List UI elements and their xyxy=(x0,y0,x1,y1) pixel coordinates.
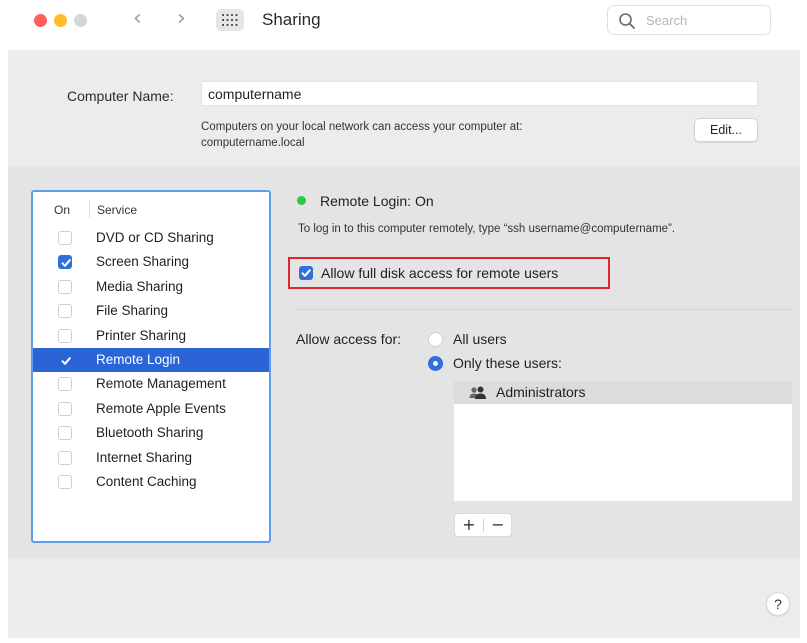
service-list[interactable]: On Service DVD or CD Sharing Screen Shari… xyxy=(31,190,271,543)
service-checkbox[interactable] xyxy=(58,255,72,270)
service-checkbox[interactable] xyxy=(58,474,72,489)
service-rows: DVD or CD Sharing Screen Sharing Media Sha… xyxy=(33,226,269,494)
edit-button[interactable]: Edit... xyxy=(694,118,758,142)
service-row[interactable]: Internet Sharing xyxy=(33,446,269,470)
forward-chevron-icon[interactable]: › xyxy=(177,8,186,30)
allow-access-label: Allow access for: xyxy=(296,331,402,347)
help-button[interactable]: ? xyxy=(766,592,790,616)
minimize-window-button[interactable] xyxy=(54,14,67,27)
show-all-grid-button[interactable] xyxy=(216,9,244,31)
checkmark-icon xyxy=(61,357,71,365)
window-title: Sharing xyxy=(262,10,321,29)
back-chevron-icon[interactable]: ‹ xyxy=(133,8,142,30)
service-list-header: On Service xyxy=(33,192,269,220)
checkmark-icon xyxy=(61,259,71,268)
header-on: On xyxy=(54,203,71,217)
computer-name-field[interactable]: computername xyxy=(201,81,758,106)
service-label: DVD or CD Sharing xyxy=(96,230,214,245)
service-row[interactable]: DVD or CD Sharing xyxy=(33,226,269,250)
computer-name-local-address: computername.local xyxy=(201,137,305,149)
service-row[interactable]: Media Sharing xyxy=(33,275,269,299)
close-window-button[interactable] xyxy=(34,14,47,27)
search-field[interactable]: Search xyxy=(607,5,771,35)
search-icon xyxy=(619,13,635,29)
all-users-label: All users xyxy=(453,331,507,347)
service-row[interactable]: Printer Sharing xyxy=(33,324,269,348)
service-checkbox[interactable] xyxy=(58,279,72,294)
service-row[interactable]: Remote Login xyxy=(33,347,269,373)
computer-name-description-line1: Computers on your local network can acce… xyxy=(201,121,523,133)
service-row[interactable]: Remote Management xyxy=(33,372,269,396)
add-user-button[interactable]: + xyxy=(455,515,483,535)
service-checkbox[interactable] xyxy=(58,377,72,392)
service-label: Media Sharing xyxy=(96,278,184,294)
service-checkbox[interactable] xyxy=(58,328,72,343)
service-checkbox[interactable] xyxy=(58,426,72,441)
service-label: Remote Login xyxy=(96,351,181,367)
user-row-administrators[interactable]: Administrators xyxy=(454,381,792,404)
service-status: Remote Login: On xyxy=(320,193,434,209)
service-label: Remote Management xyxy=(96,376,226,392)
computer-name-label: Computer Name: xyxy=(67,88,174,104)
service-row[interactable]: Content Caching xyxy=(33,470,269,494)
only-these-users-radio[interactable] xyxy=(428,356,443,371)
status-indicator-icon xyxy=(297,196,306,205)
service-checkbox[interactable] xyxy=(58,353,72,367)
only-these-users-label: Only these users: xyxy=(453,355,562,371)
service-label: Internet Sharing xyxy=(96,449,193,465)
full-disk-access-checkbox[interactable] xyxy=(299,266,313,280)
service-checkbox[interactable] xyxy=(58,401,72,416)
full-disk-access-label: Allow full disk access for remote users xyxy=(321,265,559,281)
users-list[interactable]: Administrators xyxy=(454,381,792,501)
service-label: Content Caching xyxy=(96,473,197,489)
service-row[interactable]: File Sharing xyxy=(33,299,269,323)
services-section: On Service DVD or CD Sharing Screen Shari… xyxy=(8,166,800,558)
service-label: File Sharing xyxy=(96,303,169,319)
service-label: Remote Apple Events xyxy=(96,400,226,416)
service-label: Bluetooth Sharing xyxy=(96,425,204,441)
add-remove-control: + − xyxy=(454,513,512,537)
service-label: Printer Sharing xyxy=(96,327,187,343)
service-row[interactable]: Remote Apple Events xyxy=(33,397,269,421)
full-disk-access-highlight: Allow full disk access for remote users xyxy=(288,257,610,289)
all-users-radio[interactable] xyxy=(428,332,443,347)
service-checkbox[interactable] xyxy=(58,450,72,465)
service-row[interactable]: Bluetooth Sharing xyxy=(33,421,269,445)
user-name: Administrators xyxy=(496,384,586,400)
divider xyxy=(295,309,792,310)
sharing-panel: Computer Name: computername Computers on… xyxy=(8,50,800,638)
service-checkbox[interactable] xyxy=(58,231,72,245)
checkmark-icon xyxy=(301,269,311,277)
zoom-window-button[interactable] xyxy=(74,14,87,27)
login-instructions: To log in to this computer remotely, typ… xyxy=(298,223,676,235)
search-placeholder: Search xyxy=(646,13,688,28)
header-service: Service xyxy=(97,203,138,217)
header-divider xyxy=(89,200,90,218)
service-label: Screen Sharing xyxy=(96,254,190,270)
grid-icon xyxy=(222,14,238,26)
remove-user-button[interactable]: − xyxy=(484,515,512,535)
service-checkbox[interactable] xyxy=(58,304,72,319)
group-icon xyxy=(469,386,486,399)
title-bar: ‹ › Sharing Search xyxy=(0,0,807,42)
computer-name-description: Computers on your local network can acce… xyxy=(201,119,671,151)
service-row[interactable]: Screen Sharing xyxy=(33,250,269,274)
